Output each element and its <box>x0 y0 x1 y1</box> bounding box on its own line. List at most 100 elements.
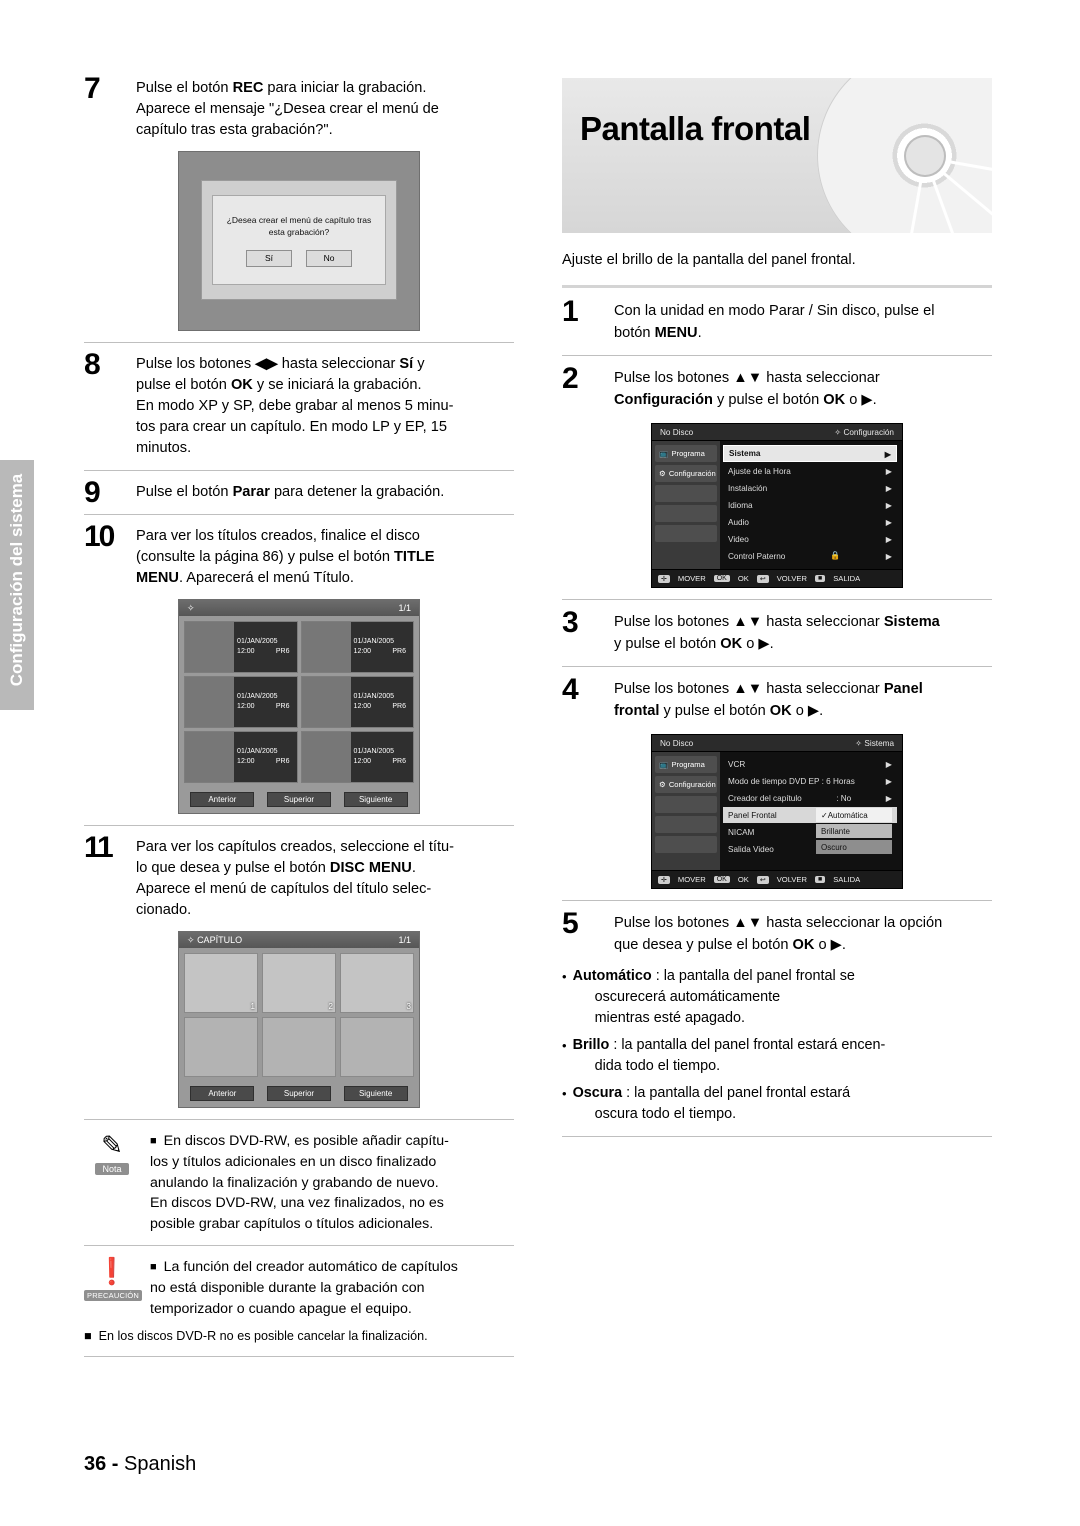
lock-icon: 🔒 <box>830 551 841 560</box>
thumb-time: 12:00 <box>237 758 255 765</box>
chapter-nav-next-button[interactable]: Siguiente <box>343 1086 408 1101</box>
exclamation-icon: ❗ <box>95 1256 129 1286</box>
osd-row-video-label: Video <box>728 534 749 544</box>
step-10-text: Para ver los títulos creados, finalice e… <box>136 526 514 589</box>
divider-6 <box>84 1245 514 1246</box>
osd-row-sistema[interactable]: Sistema ▶ <box>723 445 897 462</box>
title-thumb[interactable]: 01/JAN/2005 12:00 PR6 <box>300 676 414 728</box>
osd-row-modo-tiempo[interactable]: Modo de tiempo DVD EP : 6 Horas ▶ <box>723 773 897 789</box>
side-tab-label: Configuración del sistema <box>7 473 26 687</box>
title-thumb[interactable]: 01/JAN/2005 12:00 PR6 <box>300 621 414 673</box>
chapter-cell[interactable]: 3 <box>340 953 414 1013</box>
osd-row-video[interactable]: Video ▶ <box>723 531 897 547</box>
osd-row-vcr-label: VCR <box>728 759 746 769</box>
thumb-date: 01/JAN/2005 <box>353 638 395 645</box>
rstep-5: 5 Pulse los botones ▲▼ hasta seleccionar… <box>562 907 992 956</box>
option-brillo: • Brillo : la pantalla del panel frontal… <box>562 1035 992 1077</box>
dialog-no-button[interactable]: No <box>306 249 352 267</box>
thumb-image <box>185 732 235 782</box>
chapter-menu-screen: ✧ CAPÍTULO 1/1 1 2 3 Anterior Superior S… <box>178 931 420 1108</box>
osd-sidebar-programa-label: Programa <box>671 760 705 769</box>
chapter-cell[interactable]: 1 <box>184 953 258 1013</box>
thumb-meta: 01/JAN/2005 12:00 PR6 <box>234 677 297 727</box>
title-thumb[interactable]: 01/JAN/2005 12:00 PR6 <box>300 731 414 783</box>
chevron-right-icon: ▶ <box>885 535 892 544</box>
step-11-line-3: Aparece el menú de capítulos del título … <box>136 881 432 897</box>
chapter-menu-navbar: Anterior Superior Siguiente <box>179 1082 419 1107</box>
step-11-line-4: cionado. <box>136 902 192 918</box>
thumb-time-mode: 12:00 PR6 <box>354 647 410 657</box>
rstep-3-number: 3 <box>562 606 579 639</box>
osd-row-audio-label: Audio <box>728 517 749 527</box>
divider-2 <box>84 470 514 471</box>
osd-sidebar-blank <box>655 816 717 833</box>
note-line-2: los y títulos adicionales en un disco fi… <box>150 1154 437 1170</box>
osd-sidebar-item-configuracion[interactable]: ⚙ Configuración <box>655 776 717 793</box>
bullet-square-icon: ■ <box>84 1329 92 1343</box>
osd-footer-salida-label: SALIDA <box>833 574 861 583</box>
osd-footer-salida-label: SALIDA <box>833 875 861 884</box>
option-oscura-text: Oscura : la pantalla del panel frontal e… <box>573 1083 992 1125</box>
title-thumb[interactable]: 01/JAN/2005 12:00 PR6 <box>184 621 298 673</box>
step-8-line-5: minutos. <box>136 440 192 456</box>
page-title: Pantalla frontal <box>580 110 811 147</box>
thumb-time: 12:00 <box>237 648 255 655</box>
osd-setup-title-label: Configuración <box>843 428 894 437</box>
osd-sidebar-item-programa[interactable]: 📺 Programa <box>655 445 717 462</box>
thumb-meta: 01/JAN/2005 12:00 PR6 <box>350 622 413 672</box>
caution-line-2: no está disponible durante la grabación … <box>150 1280 425 1296</box>
step-10-line-1: Para ver los títulos creados, finalice e… <box>136 528 420 544</box>
step-10-number: 10 <box>84 520 115 553</box>
osd-row-idioma[interactable]: Idioma ▶ <box>723 497 897 513</box>
osd-setup-title-marker: ✧ <box>834 428 842 437</box>
osd-footer-ok-label: OK <box>737 574 749 583</box>
osd-row-instalacion[interactable]: Instalación ▶ <box>723 480 897 496</box>
dialog-yes-button[interactable]: Sí <box>246 249 292 267</box>
return-key-icon: ↩ <box>756 574 769 583</box>
osd-row-audio[interactable]: Audio ▶ <box>723 514 897 530</box>
nav-top-button[interactable]: Superior <box>266 792 331 807</box>
osd-sidebar-item-configuracion[interactable]: ⚙ Configuración <box>655 465 717 482</box>
title-thumb[interactable]: 01/JAN/2005 12:00 PR6 <box>184 676 298 728</box>
thumb-date: 01/JAN/2005 <box>237 693 278 700</box>
chapter-cell[interactable]: 2 <box>262 953 336 1013</box>
exit-key-icon: ■ <box>814 876 826 883</box>
ok-key-icon: OK <box>713 876 730 883</box>
step-8-line-1: Pulse los botones ◀▶ hasta seleccionar S… <box>136 356 425 372</box>
thumb-mode: PR6 <box>392 648 406 655</box>
thumb-image <box>301 677 351 727</box>
title-thumb[interactable]: 01/JAN/2005 12:00 PR6 <box>184 731 298 783</box>
option-brillo-name: Brillo <box>572 1037 610 1053</box>
note-line-3: anulando la finalización y grabando de n… <box>150 1174 439 1191</box>
step-7: 7 Pulse el botón REC para iniciar la gra… <box>84 72 514 141</box>
rstep-5-line-2: que desea y pulse el botón OK o ▶. <box>614 937 846 953</box>
osd-sidebar-item-programa[interactable]: 📺 Programa <box>655 756 717 773</box>
divider-r1 <box>562 285 992 288</box>
osd-row-control-paterno-label: Control Paterno <box>728 551 786 561</box>
option-brillante[interactable]: Brillante <box>816 824 892 838</box>
option-automatico: • Automático : la pantalla del panel fro… <box>562 966 992 1029</box>
divider-1 <box>84 342 514 343</box>
chapter-nav-previous-button[interactable]: Anterior <box>190 1086 255 1101</box>
nav-previous-button[interactable]: Anterior <box>190 792 255 807</box>
chapter-nav-top-button[interactable]: Superior <box>266 1086 331 1101</box>
nav-next-button[interactable]: Siguiente <box>343 792 408 807</box>
osd-row-vcr[interactable]: VCR ▶ <box>723 756 897 772</box>
osd-footer-ok-label: OK <box>737 875 749 884</box>
thumb-time: 12:00 <box>353 703 372 710</box>
option-oscuro[interactable]: Oscuro <box>816 840 892 854</box>
rstep-2-number: 2 <box>562 362 579 395</box>
osd-row-creador-capitulo[interactable]: Creador del capítulo : No ▶ <box>723 790 897 806</box>
option-automatica[interactable]: ✓Automática <box>816 808 892 822</box>
osd-system-title-marker: ✧ <box>855 739 863 748</box>
note-bullet: ■ En discos DVD-RW, es posible añadir ca… <box>150 1131 514 1152</box>
rstep-2-line-2: Configuración y pulse el botón OK o ▶. <box>614 392 877 408</box>
thumb-time-mode: 12:00 PR6 <box>237 757 293 767</box>
thumb-mode: PR6 <box>275 648 290 655</box>
rstep-1-line-2: botón MENU. <box>614 325 702 341</box>
osd-row-control-paterno[interactable]: Control Paterno 🔒 ▶ <box>723 548 897 564</box>
chapter-menu-page: 1/1 <box>398 935 411 945</box>
gear-icon: ⚙ <box>659 469 666 478</box>
chapter-cell-number: 2 <box>328 1002 333 1011</box>
osd-row-hora[interactable]: Ajuste de la Hora ▶ <box>723 463 897 479</box>
